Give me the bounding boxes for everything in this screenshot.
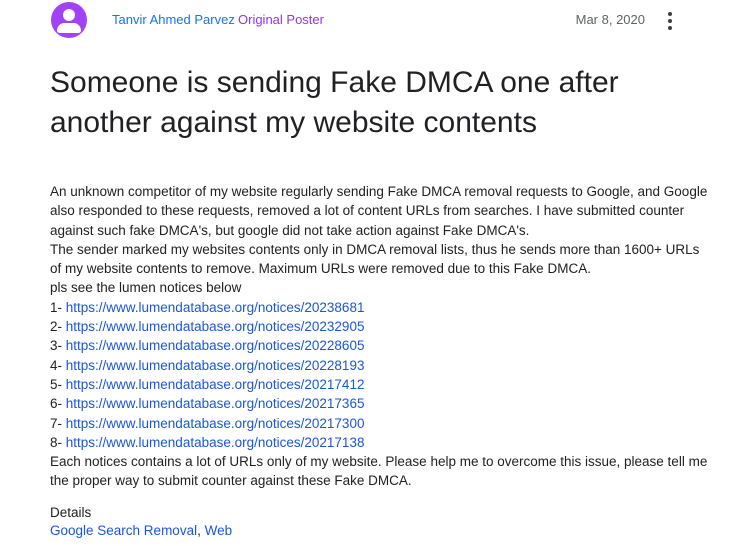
details-categories: Google Search Removal, Web: [50, 523, 232, 538]
subcategory-link[interactable]: Web: [205, 523, 233, 538]
post-paragraph: The sender marked my websites contents o…: [50, 241, 700, 277]
notice-link[interactable]: https://www.lumendatabase.org/notices/20…: [66, 358, 365, 373]
notice-number: 1-: [50, 299, 66, 315]
post-page: Tanvir Ahmed Parvez Original Poster Mar …: [0, 0, 750, 546]
notice-number: 6-: [50, 396, 66, 412]
notice-number: 5-: [50, 376, 66, 392]
notice-number: 7-: [50, 415, 66, 431]
post-paragraph: Each notices contains a lot of URLs only…: [50, 454, 708, 489]
post-date: Mar 8, 2020: [575, 12, 645, 27]
notice-link[interactable]: https://www.lumendatabase.org/notices/20…: [66, 300, 365, 315]
details-label: Details: [50, 505, 92, 520]
notice-number: 2-: [50, 319, 66, 335]
notice-item: 5- https://www.lumendatabase.org/notices…: [50, 375, 710, 394]
more-vert-icon-dot: [668, 26, 672, 30]
notice-item: 4- https://www.lumendatabase.org/notices…: [50, 356, 710, 375]
more-vert-icon-dot: [668, 19, 672, 23]
category-separator: ,: [197, 523, 205, 538]
notice-link[interactable]: https://www.lumendatabase.org/notices/20…: [66, 377, 365, 392]
post-paragraph: An unknown competitor of my website regu…: [50, 184, 708, 238]
post-body: An unknown competitor of my website regu…: [50, 182, 710, 491]
more-vert-icon: [668, 12, 672, 16]
notice-link[interactable]: https://www.lumendatabase.org/notices/20…: [66, 435, 365, 450]
notice-link[interactable]: https://www.lumendatabase.org/notices/20…: [66, 319, 365, 334]
original-poster-badge: Original Poster: [238, 12, 324, 27]
avatar[interactable]: [51, 2, 87, 38]
category-link[interactable]: Google Search Removal: [50, 523, 197, 538]
notice-item: 6- https://www.lumendatabase.org/notices…: [50, 394, 710, 413]
post-header: Tanvir Ahmed Parvez Original Poster Mar …: [0, 0, 750, 46]
person-avatar-icon: [63, 9, 75, 21]
notice-link[interactable]: https://www.lumendatabase.org/notices/20…: [66, 338, 365, 353]
post-title: Someone is sending Fake DMCA one after a…: [50, 66, 619, 139]
author-name[interactable]: Tanvir Ahmed Parvez: [112, 12, 235, 27]
notice-item: 1- https://www.lumendatabase.org/notices…: [50, 298, 710, 317]
notice-item: 8- https://www.lumendatabase.org/notices…: [50, 433, 710, 452]
notice-number: 8-: [50, 434, 66, 450]
notice-item: 3- https://www.lumendatabase.org/notices…: [50, 336, 710, 355]
notice-item: 7- https://www.lumendatabase.org/notices…: [50, 414, 710, 433]
notice-item: 2- https://www.lumendatabase.org/notices…: [50, 317, 710, 336]
post-paragraph: pls see the lumen notices below: [50, 280, 242, 296]
notice-number: 3-: [50, 338, 66, 354]
person-avatar-body: [57, 23, 81, 33]
notice-link[interactable]: https://www.lumendatabase.org/notices/20…: [66, 396, 365, 411]
notice-number: 4-: [50, 357, 66, 373]
more-options-button[interactable]: [660, 8, 680, 34]
notice-list: 1- https://www.lumendatabase.org/notices…: [50, 298, 710, 452]
notice-link[interactable]: https://www.lumendatabase.org/notices/20…: [66, 416, 365, 431]
